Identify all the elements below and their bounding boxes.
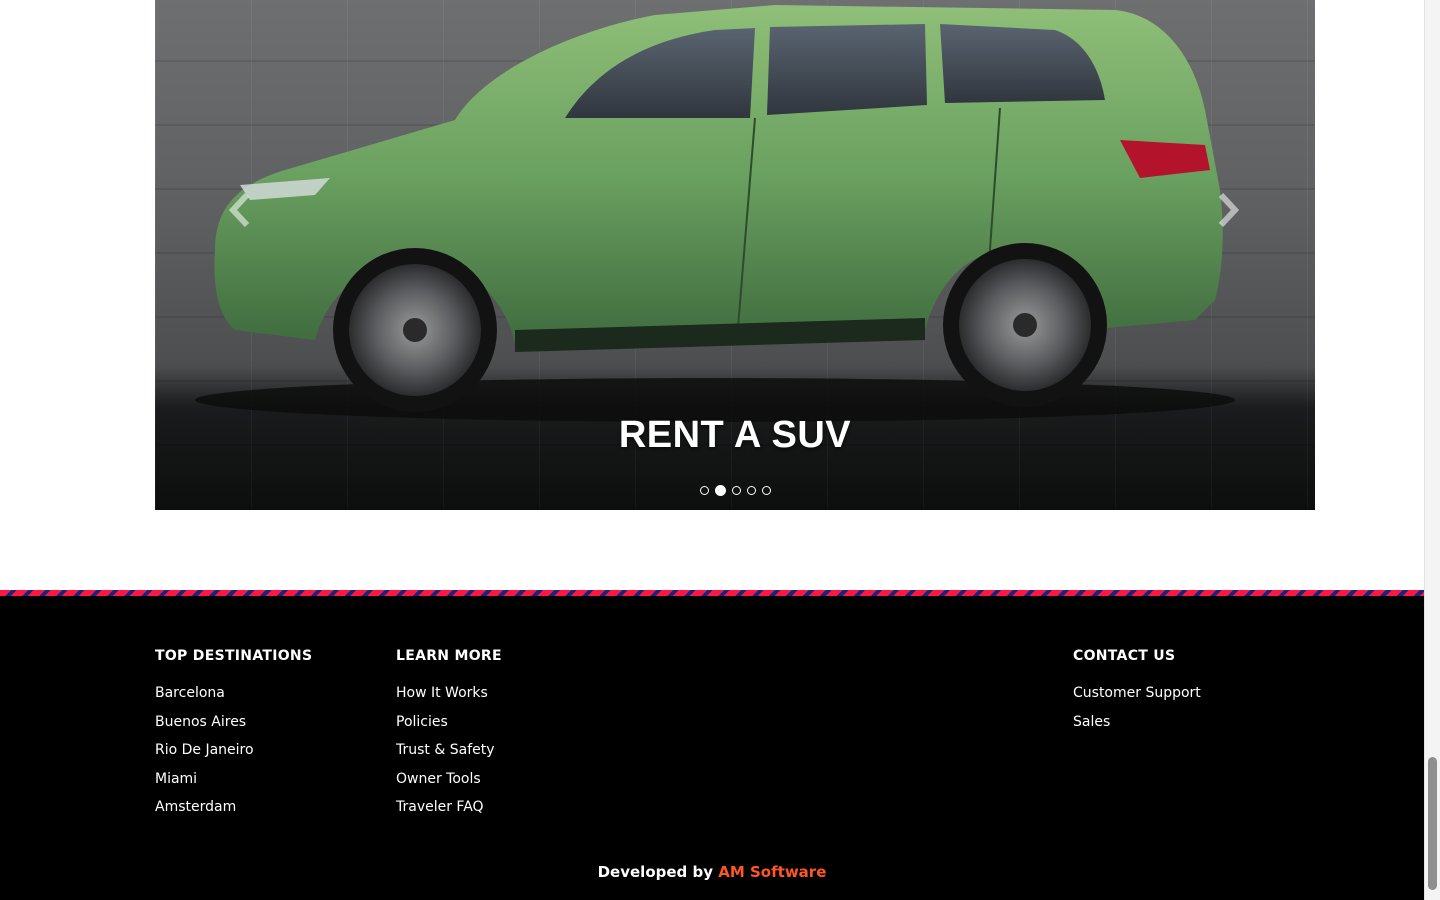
footer-link-owner-tools[interactable]: Owner Tools bbox=[396, 771, 481, 787]
credit-company-link[interactable]: AM Software bbox=[718, 863, 826, 881]
credit-prefix: Developed by bbox=[597, 863, 719, 881]
carousel-indicator-5[interactable] bbox=[761, 486, 771, 495]
footer-column-contact-us: CONTACT US Customer Support Sales bbox=[1073, 648, 1201, 739]
footer-column-top-destinations: TOP DESTINATIONS Barcelona Buenos Aires … bbox=[155, 648, 312, 825]
carousel-indicator-4[interactable] bbox=[746, 486, 756, 495]
footer-link-miami[interactable]: Miami bbox=[155, 771, 197, 787]
footer-link-buenos-aires[interactable]: Buenos Aires bbox=[155, 714, 246, 730]
footer-link-policies[interactable]: Policies bbox=[396, 714, 448, 730]
footer-heading: LEARN MORE bbox=[396, 648, 502, 664]
footer-link-list: Customer Support Sales bbox=[1073, 682, 1201, 739]
footer-link-trust-safety[interactable]: Trust & Safety bbox=[396, 742, 495, 758]
footer-link-how-it-works[interactable]: How It Works bbox=[396, 685, 488, 701]
footer-link-list: How It Works Policies Trust & Safety Own… bbox=[396, 682, 502, 825]
footer-link-customer-support[interactable]: Customer Support bbox=[1073, 685, 1201, 701]
carousel-indicator-3[interactable] bbox=[731, 486, 741, 495]
carousel-prev-button[interactable] bbox=[223, 193, 257, 227]
carousel-next-button[interactable] bbox=[1211, 193, 1245, 227]
page-scrollbar[interactable] bbox=[1424, 0, 1440, 900]
carousel-indicators bbox=[155, 485, 1315, 496]
footer-link-list: Barcelona Buenos Aires Rio De Janeiro Mi… bbox=[155, 682, 312, 825]
page: RENT A SUV TOP DESTINATIONS Barcelona Bu… bbox=[0, 0, 1424, 900]
footer-link-traveler-faq[interactable]: Traveler FAQ bbox=[396, 799, 484, 815]
footer-link-barcelona[interactable]: Barcelona bbox=[155, 685, 225, 701]
scrollbar-thumb[interactable] bbox=[1428, 757, 1437, 890]
footer-link-rio-de-janeiro[interactable]: Rio De Janeiro bbox=[155, 742, 254, 758]
footer-link-amsterdam[interactable]: Amsterdam bbox=[155, 799, 236, 815]
carousel-indicator-2[interactable] bbox=[714, 485, 726, 496]
footer-credit: Developed by AM Software bbox=[0, 863, 1424, 881]
site-footer: TOP DESTINATIONS Barcelona Buenos Aires … bbox=[0, 596, 1424, 900]
slide-caption: RENT A SUV bbox=[618, 414, 852, 456]
footer-link-sales[interactable]: Sales bbox=[1073, 714, 1110, 730]
chevron-right-icon bbox=[1218, 193, 1239, 227]
footer-column-learn-more: LEARN MORE How It Works Policies Trust &… bbox=[396, 648, 502, 825]
footer-heading: CONTACT US bbox=[1073, 648, 1176, 664]
hero-carousel: RENT A SUV bbox=[155, 0, 1315, 510]
carousel-indicator-1[interactable] bbox=[699, 486, 709, 495]
chevron-left-icon bbox=[229, 193, 250, 227]
footer-heading: TOP DESTINATIONS bbox=[155, 648, 313, 664]
